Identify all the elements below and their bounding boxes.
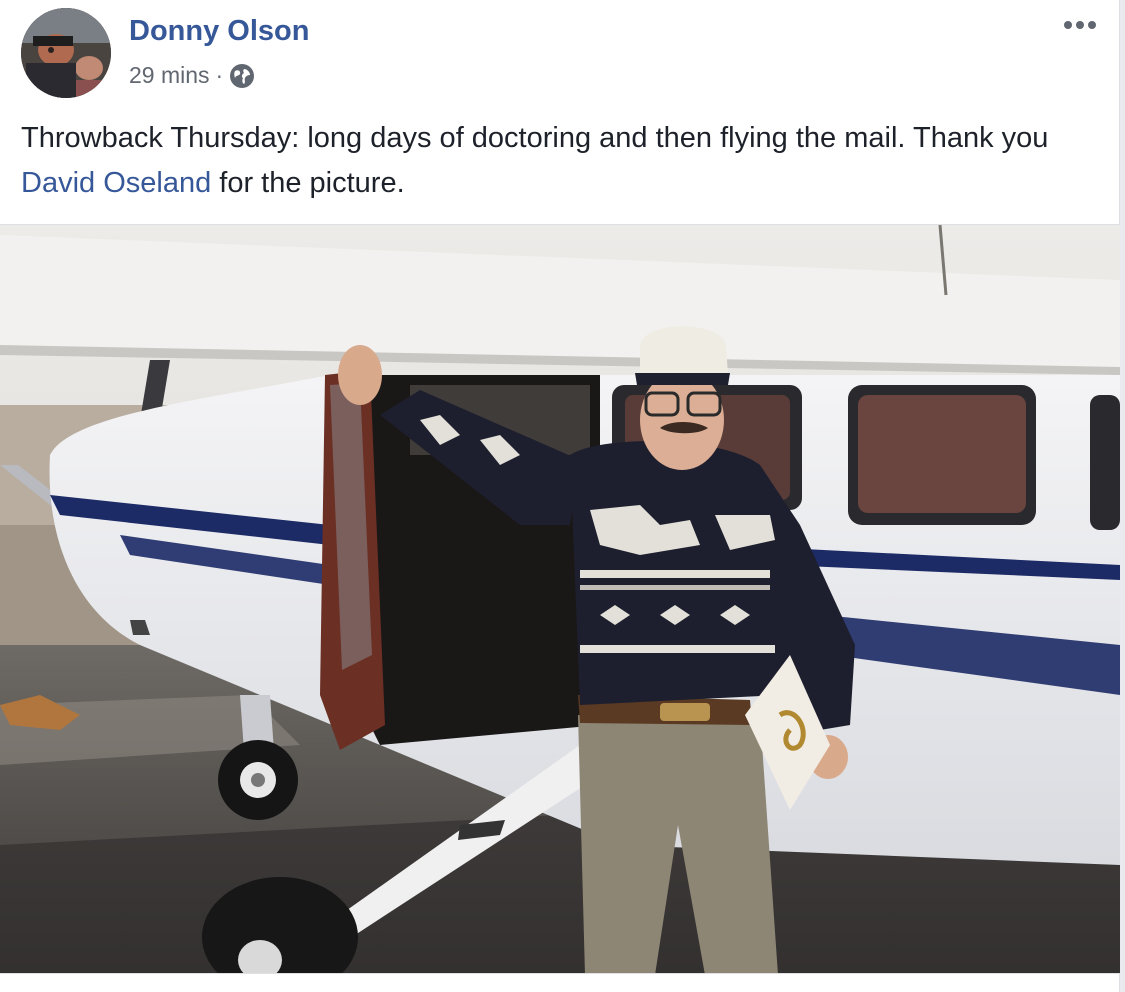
- post-header: Donny Olson 29 mins ·: [0, 0, 1120, 110]
- post-text-before: Throwback Thursday: long days of doctori…: [21, 122, 1049, 154]
- post-meta: 29 mins ·: [129, 62, 255, 89]
- post-timestamp[interactable]: 29 mins: [129, 62, 210, 89]
- more-options-icon[interactable]: [1060, 12, 1104, 38]
- meta-separator: ·: [215, 62, 224, 88]
- avatar-image: [21, 8, 111, 98]
- photo-image: [0, 225, 1120, 973]
- post-photo[interactable]: [0, 224, 1120, 974]
- post-text: Throwback Thursday: long days of doctori…: [21, 116, 1101, 206]
- author-name-link[interactable]: Donny Olson: [129, 15, 309, 48]
- post-card: Donny Olson 29 mins · Throwback Thursday…: [0, 0, 1120, 992]
- globe-icon[interactable]: [229, 63, 255, 89]
- mention-link[interactable]: David Oseland: [21, 167, 211, 199]
- author-avatar[interactable]: [21, 8, 111, 98]
- post-text-after: for the picture.: [211, 167, 405, 199]
